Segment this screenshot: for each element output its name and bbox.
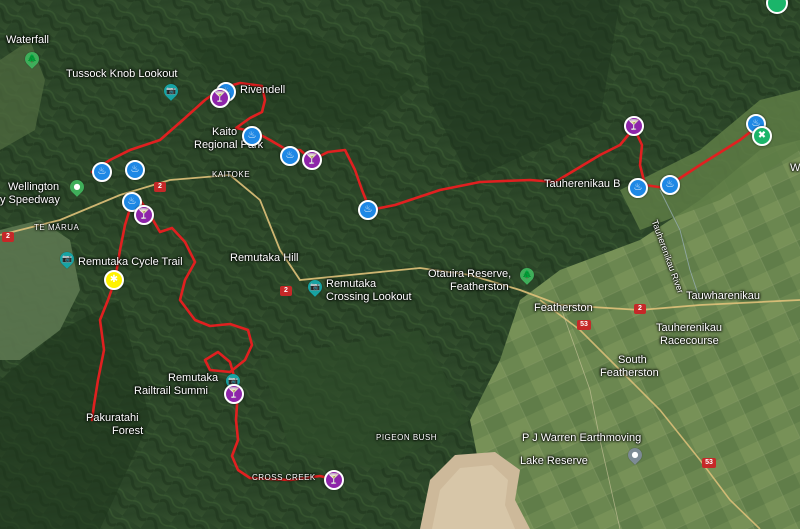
label-south-featherston-2: Featherston: [600, 367, 659, 379]
road-shield-sh2: 2: [2, 232, 14, 242]
road-shield-sh53: 53: [577, 320, 591, 330]
label-railtrail-summit-1: Remutaka: [168, 372, 219, 384]
cocktail-marker-icon[interactable]: 🍸: [324, 470, 344, 490]
location-pin-icon[interactable]: ●: [625, 445, 645, 465]
road-shield-sh2: 2: [634, 304, 646, 314]
map-canvas[interactable]: Waterfall Tussock Knob Lookout Rivendell…: [0, 0, 800, 529]
label-tussock-knob-lookout: Tussock Knob Lookout: [66, 68, 178, 80]
road-shield-sh2: 2: [280, 286, 292, 296]
location-pin-icon[interactable]: ●: [67, 177, 87, 197]
label-kaitoke: Kaito: [212, 126, 238, 138]
label-featherston: Featherston: [534, 302, 593, 314]
end-marker-icon[interactable]: ✖: [752, 126, 772, 146]
label-cross-creek: CROSS CREEK: [252, 473, 316, 482]
label-racecourse-1: Tauherenikau: [656, 322, 723, 334]
label-tauwharenikau: Tauwharenikau: [686, 290, 760, 302]
accommodation-marker-icon[interactable]: ♨: [358, 200, 378, 220]
label-te-marua: TE MĀRUA: [34, 223, 80, 232]
road-shield-sh2: 2: [154, 182, 166, 192]
lookout-icon[interactable]: 📷: [305, 277, 325, 297]
label-railtrail-summit-2: Railtrail Summi: [134, 385, 208, 397]
camera-icon[interactable]: 📷: [57, 249, 77, 269]
camera-icon[interactable]: 📷: [161, 81, 181, 101]
cocktail-marker-icon[interactable]: 🍸: [302, 150, 322, 170]
tree-icon[interactable]: 🌲: [22, 49, 42, 69]
label-remutaka-crossing-1: Remutaka: [326, 278, 377, 290]
tree-icon[interactable]: 🌲: [517, 265, 537, 285]
label-lake-reserve: Lake Reserve: [520, 455, 588, 467]
label-pakuratahi-forest-1: Pakuratahi: [86, 412, 139, 424]
label-pakuratahi-forest-2: Forest: [112, 425, 144, 437]
road-shield-sh53: 53: [702, 458, 716, 468]
label-remutaka-crossing-2: Crossing Lookout: [326, 291, 412, 303]
accommodation-marker-icon[interactable]: ♨: [125, 160, 145, 180]
cocktail-marker-icon[interactable]: 🍸: [210, 88, 230, 108]
label-pj-warren: P J Warren Earthmoving: [522, 432, 642, 444]
accommodation-marker-icon[interactable]: ♨: [92, 162, 112, 182]
label-south-featherston-1: South: [618, 354, 647, 366]
cocktail-marker-icon[interactable]: 🍸: [224, 384, 244, 404]
label-pigeon-bush: PIGEON BUSH: [376, 433, 438, 442]
accommodation-marker-icon[interactable]: ♨: [242, 126, 262, 146]
label-otauira-reserve-2: Featherston: [450, 281, 509, 293]
label-tauherenikau-bridge: Tauherenikau B: [544, 178, 621, 190]
start-marker-icon[interactable]: ✱: [104, 270, 124, 290]
accommodation-marker-icon[interactable]: ♨: [628, 178, 648, 198]
label-rivendell: Rivendell: [240, 84, 286, 96]
label-remutaka-cycle-trail: Remutaka Cycle Trail: [78, 256, 183, 268]
accommodation-marker-icon[interactable]: ♨: [660, 175, 680, 195]
label-waterfall: Waterfall: [6, 34, 49, 46]
label-wellington: Wellington: [8, 181, 60, 193]
label-otauira-reserve-1: Otauira Reserve,: [428, 268, 512, 280]
label-kaitoke-road: KAITOKE: [212, 170, 251, 179]
label-speedway: y Speedway: [0, 194, 60, 206]
label-edge-w: W: [790, 162, 800, 174]
label-racecourse-2: Racecourse: [660, 335, 719, 347]
label-remutaka-hill: Remutaka Hill: [230, 252, 299, 264]
accommodation-marker-icon[interactable]: ♨: [280, 146, 300, 166]
cocktail-marker-icon[interactable]: 🍸: [134, 205, 154, 225]
cocktail-marker-icon[interactable]: 🍸: [624, 116, 644, 136]
